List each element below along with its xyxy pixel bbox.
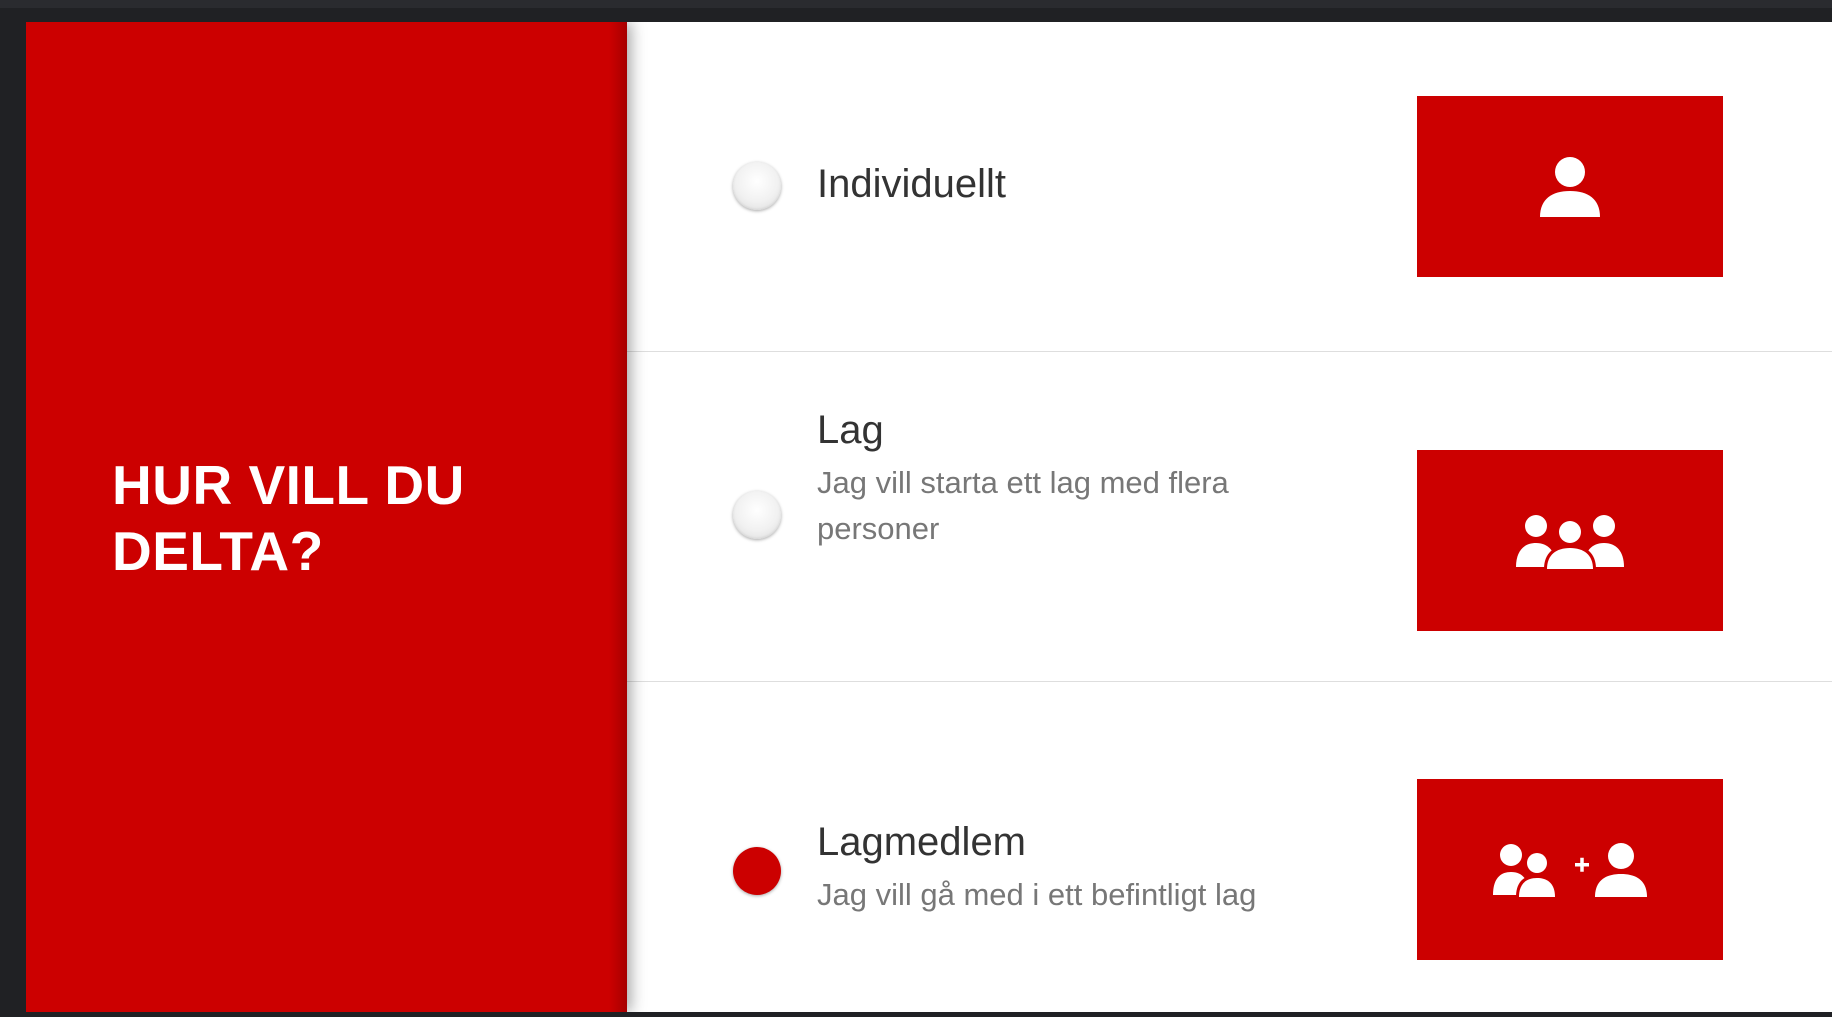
option-team-member-text: Lagmedlem Jag vill gå med i ett befintli… — [817, 818, 1297, 918]
option-team-description: Jag vill starta ett lag med flera person… — [817, 465, 1229, 546]
panel-shadow — [609, 22, 627, 1012]
option-individual-tile[interactable] — [1417, 96, 1723, 277]
option-team-member[interactable]: Lagmedlem Jag vill gå med i ett befintli… — [627, 682, 1832, 1012]
radio-team[interactable] — [733, 491, 781, 539]
frame-top-edge — [0, 0, 1832, 8]
option-team-text: Lag Jag vill starta ett lag med flera pe… — [817, 406, 1297, 552]
participation-options: Individuellt Lag Jag vill starta ett lag… — [627, 22, 1832, 1012]
radio-team-member[interactable] — [733, 847, 781, 895]
option-team-tile[interactable] — [1417, 450, 1723, 631]
join-team-icon — [1493, 842, 1647, 897]
option-individual-title: Individuellt — [817, 162, 1007, 206]
option-team-title: Lag — [817, 408, 884, 452]
single-user-icon — [1540, 156, 1600, 217]
radio-individual[interactable] — [733, 162, 781, 210]
option-team-member-tile[interactable] — [1417, 779, 1723, 960]
participation-dialog: HUR VILL DU DELTA? Individuellt Lag Jag … — [26, 22, 1832, 1012]
option-team[interactable]: Lag Jag vill starta ett lag med flera pe… — [627, 352, 1832, 682]
option-team-member-title: Lagmedlem — [817, 820, 1027, 864]
option-individual-text: Individuellt — [817, 160, 1297, 208]
page-title: HUR VILL DU DELTA? — [112, 454, 465, 582]
team-group-icon — [1516, 514, 1624, 569]
background-frame: HUR VILL DU DELTA? Individuellt Lag Jag … — [0, 0, 1832, 1017]
title-panel: HUR VILL DU DELTA? — [26, 22, 627, 1012]
option-individual[interactable]: Individuellt — [627, 22, 1832, 352]
option-team-member-description: Jag vill gå med i ett befintligt lag — [817, 877, 1257, 912]
